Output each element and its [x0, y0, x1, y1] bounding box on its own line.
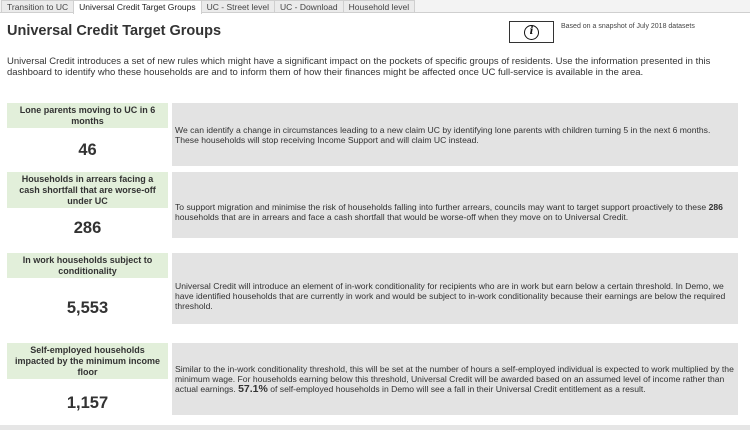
page-title: Universal Credit Target Groups — [7, 23, 222, 39]
card-label-self-employed: Self-employed households impacted by the… — [7, 343, 168, 379]
intro-text: Universal Credit introduces a set of new… — [7, 56, 711, 78]
snapshot-note: Based on a snapshot of July 2018 dataset… — [561, 23, 695, 30]
card-desc-self-employed: Similar to the in-work conditionality th… — [172, 343, 738, 415]
card-value-lone-parents: 46 — [78, 141, 97, 159]
card-desc-in-work: Universal Credit will introduce an eleme… — [172, 253, 738, 324]
desc-text: To support migration and minimise the ri… — [175, 202, 707, 212]
card-value-in-work: 5,553 — [66, 299, 109, 317]
desc-text: Universal Credit will introduce an eleme… — [175, 280, 726, 311]
tab-strip: Transition to UC Universal Credit Target… — [0, 0, 750, 14]
desc-text: households that are in arrears and face … — [175, 212, 629, 222]
desc-highlight: 57.1% — [238, 383, 268, 395]
card-label-in-work: In work households subject to conditiona… — [7, 253, 168, 278]
tab-transition-to-uc[interactable]: Transition to UC — [1, 0, 75, 12]
card-label-lone-parents: Lone parents moving to UC in 6 months — [7, 103, 168, 128]
info-button[interactable]: i — [509, 21, 554, 43]
tab-uc-download[interactable]: UC - Download — [273, 0, 344, 12]
desc-highlight: 286 — [708, 202, 723, 212]
tab-household-level[interactable]: Household level — [342, 0, 416, 12]
desc-text: We can identify a change in circumstance… — [175, 124, 711, 145]
card-value-arrears: 286 — [73, 219, 102, 237]
card-desc-lone-parents: We can identify a change in circumstance… — [172, 103, 738, 166]
card-value-self-employed: 1,157 — [66, 394, 109, 412]
bottom-divider — [0, 425, 750, 430]
card-label-arrears: Households in arrears facing a cash shor… — [7, 172, 168, 208]
tab-uc-street-level[interactable]: UC - Street level — [200, 0, 275, 12]
desc-text: of self-employed households in Demo will… — [270, 384, 646, 394]
card-desc-arrears: To support migration and minimise the ri… — [172, 172, 738, 238]
info-circle-icon: i — [524, 24, 539, 40]
tab-universal-credit-target-groups[interactable]: Universal Credit Target Groups — [73, 0, 202, 14]
